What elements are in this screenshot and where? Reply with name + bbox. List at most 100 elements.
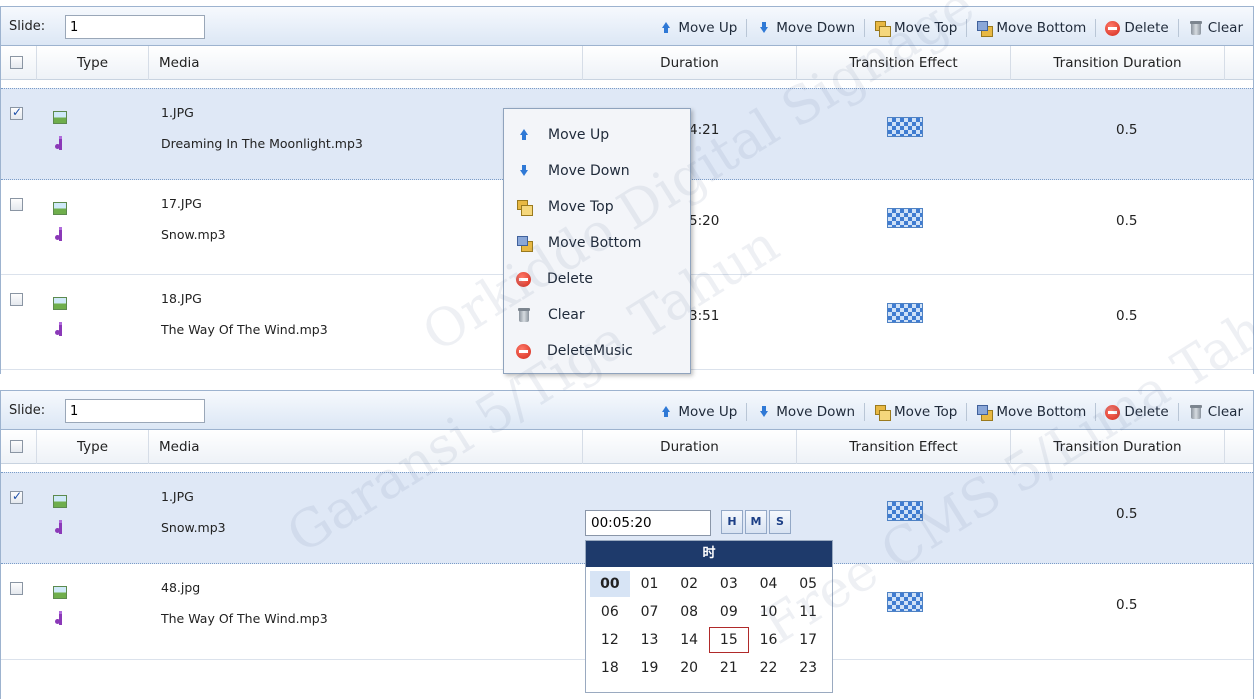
column-type[interactable]: Type: [37, 46, 149, 80]
hour-option[interactable]: 10: [749, 599, 789, 625]
hour-picker: 时 00 01 02 03 04 05 06 07 08 09 10 11 12 13 14 15 16 17 18…: [585, 540, 833, 693]
second-spin-button[interactable]: S: [769, 510, 791, 534]
move-up-button[interactable]: Move Up: [658, 404, 737, 420]
column-type[interactable]: Type: [37, 430, 149, 464]
column-transition-effect[interactable]: Transition Effect: [797, 46, 1011, 80]
hour-option[interactable]: 03: [709, 571, 749, 597]
hour-option[interactable]: 18: [590, 655, 630, 681]
trash-icon: [1188, 20, 1204, 36]
move-top-button[interactable]: Move Top: [874, 20, 957, 37]
column-duration[interactable]: Duration: [583, 430, 797, 464]
hour-option[interactable]: 00: [590, 571, 630, 597]
hour-option[interactable]: 16: [749, 627, 789, 653]
arrow-down-icon: [516, 163, 532, 179]
transition-effect-icon[interactable]: [887, 117, 923, 137]
slide-input[interactable]: [65, 15, 205, 39]
delete-icon: [1105, 20, 1121, 36]
hour-option[interactable]: 04: [749, 571, 789, 597]
image-icon: [53, 297, 67, 310]
transition-duration-value[interactable]: 0.5: [1116, 597, 1137, 613]
transition-duration-value[interactable]: 0.5: [1116, 308, 1137, 324]
slide-input[interactable]: [65, 399, 205, 423]
move-bottom-button[interactable]: Move Bottom: [976, 404, 1086, 421]
clear-button[interactable]: Clear: [1188, 404, 1243, 420]
hour-option[interactable]: 11: [788, 599, 828, 625]
duration-value[interactable]: 5:20: [689, 213, 719, 229]
context-move-bottom[interactable]: Move Bottom: [504, 225, 690, 261]
toolbar-buttons: Move Up Move Down Move Top Move Bottom D…: [658, 19, 1243, 37]
transition-effect-icon[interactable]: [887, 303, 923, 323]
move-bottom-button[interactable]: Move Bottom: [976, 20, 1086, 37]
hour-option[interactable]: 20: [669, 655, 709, 681]
context-move-up[interactable]: Move Up: [504, 117, 690, 153]
hour-option[interactable]: 06: [590, 599, 630, 625]
move-up-button[interactable]: Move Up: [658, 20, 737, 36]
arrow-down-icon: [756, 404, 772, 420]
duration-value[interactable]: 4:21: [689, 122, 719, 138]
select-all-checkbox[interactable]: [10, 440, 23, 453]
image-name: 17.JPG: [161, 196, 202, 211]
hour-option[interactable]: 14: [669, 627, 709, 653]
transition-effect-icon[interactable]: [887, 592, 923, 612]
minute-spin-button[interactable]: M: [745, 510, 767, 534]
transition-duration-value[interactable]: 0.5: [1116, 122, 1137, 138]
trash-icon: [516, 307, 532, 323]
move-top-button[interactable]: Move Top: [874, 404, 957, 421]
column-media[interactable]: Media: [149, 430, 583, 464]
row-checkbox[interactable]: [10, 489, 23, 504]
transition-duration-value[interactable]: 0.5: [1116, 213, 1137, 229]
context-move-down[interactable]: Move Down: [504, 153, 690, 189]
hour-option[interactable]: 23: [788, 655, 828, 681]
move-down-button[interactable]: Move Down: [756, 20, 855, 36]
context-menu: Move Up Move Down Move Top Move Bottom D…: [503, 108, 691, 374]
hour-option[interactable]: 17: [788, 627, 828, 653]
move-top-icon: [874, 20, 892, 37]
transition-duration-value[interactable]: 0.5: [1116, 506, 1137, 522]
column-transition-duration[interactable]: Transition Duration: [1011, 46, 1225, 80]
hour-option[interactable]: 15: [709, 627, 749, 653]
column-duration[interactable]: Duration: [583, 46, 797, 80]
hour-option[interactable]: 13: [630, 627, 670, 653]
row-checkbox[interactable]: [10, 293, 23, 306]
hour-option[interactable]: 22: [749, 655, 789, 681]
select-all-checkbox[interactable]: [10, 56, 23, 69]
hour-option[interactable]: 01: [630, 571, 670, 597]
column-transition-duration[interactable]: Transition Duration: [1011, 430, 1225, 464]
context-clear[interactable]: Clear: [504, 297, 690, 333]
hour-option[interactable]: 02: [669, 571, 709, 597]
hour-option[interactable]: 19: [630, 655, 670, 681]
image-icon: [53, 202, 67, 215]
hour-option[interactable]: 21: [709, 655, 749, 681]
context-delete-music[interactable]: DeleteMusic: [504, 333, 690, 369]
row-checkbox[interactable]: [10, 582, 23, 595]
context-item-label: Move Bottom: [548, 235, 642, 251]
context-move-top[interactable]: Move Top: [504, 189, 690, 225]
move-down-button[interactable]: Move Down: [756, 404, 855, 420]
delete-label: Delete: [1124, 20, 1169, 36]
hour-option[interactable]: 07: [630, 599, 670, 625]
clear-button[interactable]: Clear: [1188, 20, 1243, 36]
slide-label: Slide:: [9, 403, 46, 418]
context-delete[interactable]: Delete: [504, 261, 690, 297]
duration-time-input[interactable]: [585, 510, 711, 536]
table-header: Type Media Duration Transition Effect Tr…: [1, 46, 1253, 80]
transition-effect-icon[interactable]: [887, 208, 923, 228]
delete-button[interactable]: Delete: [1105, 404, 1169, 420]
hour-option[interactable]: 09: [709, 599, 749, 625]
hour-spin-button[interactable]: H: [721, 510, 743, 534]
row-checkbox[interactable]: [10, 198, 23, 211]
column-transition-effect[interactable]: Transition Effect: [797, 430, 1011, 464]
image-icon: [53, 495, 67, 508]
duration-value[interactable]: 3:51: [689, 308, 719, 324]
column-media[interactable]: Media: [149, 46, 583, 80]
arrow-up-icon: [658, 404, 674, 420]
context-item-label: Move Top: [548, 199, 614, 215]
context-item-label: DeleteMusic: [547, 343, 633, 359]
move-bottom-icon: [516, 235, 533, 252]
hour-option[interactable]: 12: [590, 627, 630, 653]
transition-effect-icon[interactable]: [887, 501, 923, 521]
hour-option[interactable]: 05: [788, 571, 828, 597]
delete-button[interactable]: Delete: [1105, 20, 1169, 36]
row-checkbox[interactable]: [10, 105, 23, 120]
hour-option[interactable]: 08: [669, 599, 709, 625]
